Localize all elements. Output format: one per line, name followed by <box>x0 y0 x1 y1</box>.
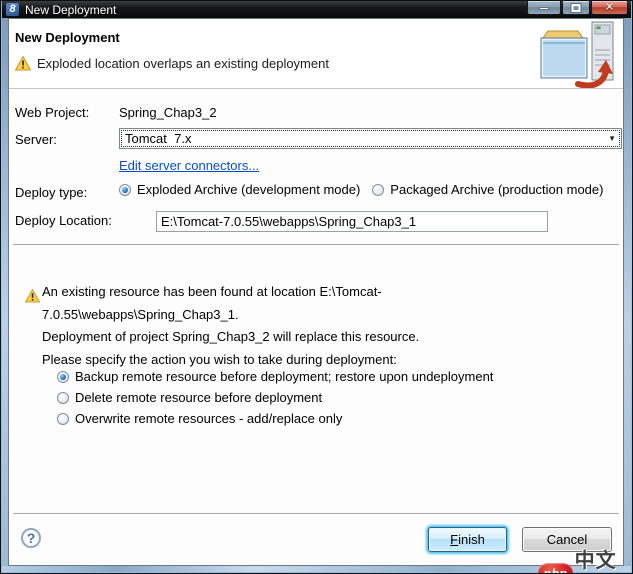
dialog-client-area: New Deployment Exploded location overlap… <box>8 18 624 566</box>
window-border-bottom <box>2 566 631 572</box>
window-border-right <box>624 18 631 572</box>
divider <box>13 513 619 515</box>
close-button[interactable]: ✕ <box>591 1 628 15</box>
warning-line: 7.0.55\webapps\Spring_Chap3_1. <box>42 306 239 322</box>
deploy-illustration-icon <box>540 21 614 88</box>
deploy-type-label: Deploy type: <box>15 185 88 200</box>
radio-button-icon[interactable] <box>57 370 69 383</box>
watermark-text: 中文网 <box>574 548 617 572</box>
radio-overwrite-remote-resources[interactable]: Overwrite remote resources - add/replace… <box>57 408 493 429</box>
warning-icon <box>15 56 31 71</box>
radio-backup-remote-resource[interactable]: Backup remote resource before deployment… <box>57 366 493 387</box>
deploy-location-field[interactable]: E:\Tomcat-7.0.55\webapps\Spring_Chap3_1 <box>156 211 548 232</box>
divider <box>13 244 619 246</box>
radio-delete-remote-resource[interactable]: Delete remote resource before deployment <box>57 387 493 408</box>
banner-message: Exploded location overlaps an existing d… <box>37 56 329 71</box>
deployment-action-group: Backup remote resource before deployment… <box>57 366 493 429</box>
deploy-location-value: E:\Tomcat-7.0.55\webapps\Spring_Chap3_1 <box>161 214 417 229</box>
dialog-banner: New Deployment Exploded location overlap… <box>9 19 623 89</box>
page-title: New Deployment <box>15 30 120 45</box>
web-project-value: Spring_Chap3_2 <box>119 105 217 120</box>
close-icon: ✕ <box>604 1 615 13</box>
finish-button[interactable]: Finish <box>428 527 507 552</box>
title-bar[interactable]: 8 New Deployment ✕ <box>2 1 631 18</box>
radio-packaged-archive[interactable]: Packaged Archive (production mode) <box>372 182 603 197</box>
server-label: Server: <box>15 132 57 147</box>
web-project-label: Web Project: <box>15 105 90 120</box>
warning-icon <box>25 289 40 303</box>
app-icon: 8 <box>6 3 19 16</box>
radio-button-icon[interactable] <box>57 391 69 404</box>
window-title: New Deployment <box>25 2 117 17</box>
warning-message: An existing resource has been found at l… <box>42 281 602 371</box>
radio-exploded-archive[interactable]: Exploded Archive (development mode) <box>119 182 360 197</box>
php-cn-watermark: php 中文网 <box>538 544 632 573</box>
server-select-value: Tomcat 7.x <box>125 131 192 146</box>
warning-line: An existing resource has been found at l… <box>42 284 382 299</box>
window-controls: ✕ <box>527 1 628 15</box>
maximize-icon <box>570 2 582 13</box>
maximize-button[interactable] <box>562 1 590 15</box>
new-deployment-dialog: 8 New Deployment ✕ New Deployment Explod… <box>0 0 633 574</box>
help-button[interactable]: ? <box>21 528 41 548</box>
warning-line: Deployment of project Spring_Chap3_2 wil… <box>42 329 420 344</box>
server-select-focus: Tomcat 7.x <box>121 130 620 147</box>
chevron-down-icon[interactable]: ▼ <box>608 134 616 143</box>
radio-button-icon[interactable] <box>57 412 69 425</box>
edit-server-connectors-link[interactable]: Edit server connectors... <box>119 158 259 173</box>
php-logo-icon: php <box>538 563 573 573</box>
minimize-icon <box>539 6 549 10</box>
minimize-button[interactable] <box>527 1 561 15</box>
help-icon: ? <box>26 530 36 546</box>
radio-button-icon[interactable] <box>119 183 131 196</box>
radio-button-icon[interactable] <box>372 183 385 196</box>
deploy-type-group: Exploded Archive (development mode) Pack… <box>119 182 603 197</box>
server-select[interactable]: Tomcat 7.x ▼ <box>119 128 622 149</box>
deploy-location-label: Deploy Location: <box>15 213 112 228</box>
